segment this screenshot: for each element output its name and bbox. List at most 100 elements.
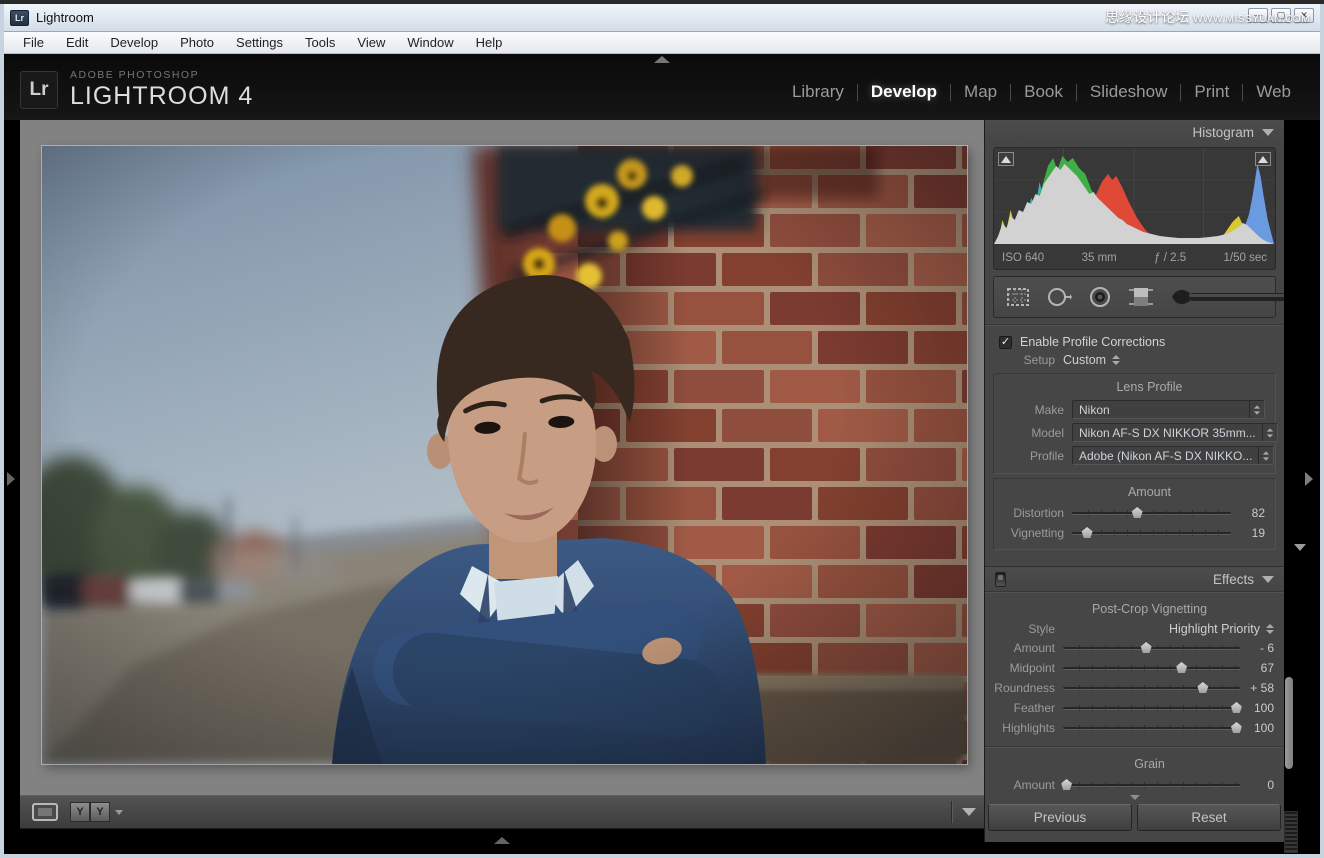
- filmstrip-collapsed[interactable]: [20, 829, 984, 853]
- show-left-panel-icon[interactable]: [7, 472, 15, 486]
- histogram-panel[interactable]: ISO 640 35 mm ƒ / 2.5 1/50 sec: [993, 147, 1276, 270]
- reset-button[interactable]: Reset: [1137, 804, 1281, 831]
- stepper-icon[interactable]: [1266, 624, 1274, 634]
- slider-track[interactable]: [1072, 526, 1231, 540]
- field-label: Profile: [994, 449, 1072, 463]
- slider-track[interactable]: [1063, 701, 1240, 715]
- before-after-right-icon[interactable]: Y: [90, 802, 110, 822]
- hide-right-panel-icon[interactable]: [1305, 472, 1313, 486]
- slider-thumb[interactable]: [1132, 507, 1143, 518]
- shadow-clipping-icon[interactable]: [998, 152, 1014, 166]
- module-tab[interactable]: Map: [951, 82, 1010, 102]
- module-tab[interactable]: Book: [1011, 82, 1076, 102]
- slider-line: [1063, 727, 1240, 729]
- graduated-filter-icon[interactable]: [1128, 285, 1154, 309]
- field-dropdown[interactable]: Nikon: [1072, 400, 1265, 419]
- slider-row: Highlights 100: [985, 718, 1284, 738]
- slider-track[interactable]: [1063, 641, 1240, 655]
- exif-iso: ISO 640: [1002, 252, 1044, 264]
- collapse-top-panel-icon[interactable]: [654, 56, 670, 63]
- slider-value: + 58: [1240, 681, 1274, 695]
- module-tab[interactable]: Web: [1243, 82, 1304, 102]
- slider-track[interactable]: [1063, 721, 1240, 735]
- top-header: Lr ADOBE PHOTOSHOP LIGHTROOM 4 LibraryDe…: [4, 54, 1320, 120]
- slider-thumb[interactable]: [1176, 662, 1187, 673]
- title-bar[interactable]: Lr Lightroom — ▢ ✕ 思缘设计论坛 WWW.MISSYUAN.C…: [4, 4, 1320, 32]
- slider-label: Distortion: [994, 506, 1072, 520]
- menu-item[interactable]: Photo: [169, 32, 225, 53]
- slider-thumb[interactable]: [1197, 682, 1208, 693]
- loupe-view-icon[interactable]: [32, 803, 58, 821]
- toolbar-options-caret-icon[interactable]: [962, 808, 976, 816]
- field-dropdown[interactable]: Nikon AF-S DX NIKKOR 35mm...: [1072, 423, 1278, 442]
- histogram-collapse-icon[interactable]: [1262, 129, 1274, 136]
- menu-item[interactable]: View: [346, 32, 396, 53]
- highlight-clipping-icon[interactable]: [1255, 152, 1271, 166]
- before-after-dropdown-icon[interactable]: [115, 810, 123, 815]
- slider-track[interactable]: [1063, 778, 1240, 792]
- post-crop-vignetting-section: Post-Crop Vignetting Style Highlight Pri…: [985, 591, 1284, 746]
- menu-item[interactable]: File: [12, 32, 55, 53]
- slider-track[interactable]: [1063, 681, 1240, 695]
- module-tab[interactable]: Slideshow: [1077, 82, 1181, 102]
- enable-profile-corrections-checkbox[interactable]: [999, 336, 1012, 349]
- previous-button[interactable]: Previous: [988, 804, 1132, 831]
- effects-collapse-icon[interactable]: [1262, 576, 1274, 583]
- left-panel-strip[interactable]: [4, 120, 20, 853]
- stepper-icon[interactable]: [1249, 401, 1264, 418]
- menu-item[interactable]: Window: [396, 32, 464, 53]
- menu-item[interactable]: Edit: [55, 32, 99, 53]
- right-panel-scroll: Histogram: [985, 120, 1284, 794]
- module-tab[interactable]: Library: [779, 82, 857, 102]
- slider-line: [1063, 647, 1240, 649]
- slider-label: Amount: [985, 778, 1063, 792]
- panel-scrollbar-thumb[interactable]: [1285, 677, 1293, 769]
- histogram-header[interactable]: Histogram: [985, 120, 1284, 145]
- stepper-icon[interactable]: [1262, 424, 1277, 441]
- spot-removal-icon[interactable]: [1046, 285, 1072, 309]
- lens-amount-group: Amount Distortion 82 Vignetting 19: [993, 478, 1276, 550]
- watermark: 思缘设计论坛 WWW.MISSYUAN.COM: [1105, 7, 1310, 27]
- adjustment-brush-icon[interactable]: [1170, 286, 1284, 308]
- post-crop-vignetting-title: Post-Crop Vignetting: [985, 598, 1284, 620]
- module-tab[interactable]: Develop: [858, 82, 950, 102]
- setup-label: Setup: [985, 353, 1063, 367]
- menu-item[interactable]: Settings: [225, 32, 294, 53]
- before-after-left-icon[interactable]: Y: [70, 802, 90, 822]
- slider-track[interactable]: [1063, 661, 1240, 675]
- setup-dropdown[interactable]: Custom: [1063, 353, 1120, 367]
- exif-aperture: ƒ / 2.5: [1154, 252, 1186, 264]
- crop-overlay-icon[interactable]: [1006, 285, 1030, 309]
- effects-panel-toggle-icon[interactable]: [995, 572, 1006, 587]
- slider-row: Amount - 6: [985, 638, 1284, 658]
- slider-row: Vignetting 19: [994, 523, 1275, 543]
- module-tab[interactable]: Print: [1181, 82, 1242, 102]
- slider-thumb[interactable]: [1141, 642, 1152, 653]
- panel-scroll-more-icon[interactable]: [1130, 795, 1140, 800]
- slider-row: Amount 0: [985, 775, 1284, 794]
- slider-line: [1072, 512, 1231, 514]
- red-eye-correction-icon[interactable]: [1088, 285, 1112, 309]
- histogram-chart[interactable]: [994, 148, 1274, 244]
- slider-track[interactable]: [1072, 506, 1231, 520]
- slider-thumb[interactable]: [1082, 527, 1093, 538]
- resize-grip[interactable]: [1284, 811, 1298, 853]
- slider-thumb[interactable]: [1061, 779, 1072, 790]
- style-dropdown[interactable]: Highlight Priority: [1063, 622, 1274, 636]
- stepper-icon[interactable]: [1258, 447, 1273, 464]
- effects-header[interactable]: Effects: [985, 566, 1284, 591]
- app-icon: Lr: [10, 10, 29, 26]
- menu-item[interactable]: Develop: [99, 32, 169, 53]
- menu-item[interactable]: Tools: [294, 32, 346, 53]
- field-value: Nikon AF-S DX NIKKOR 35mm...: [1073, 426, 1262, 440]
- scroll-down-icon[interactable]: [1294, 544, 1306, 551]
- photo-preview[interactable]: [42, 146, 967, 764]
- menu-item[interactable]: Help: [465, 32, 514, 53]
- stepper-icon[interactable]: [1112, 355, 1120, 365]
- watermark-en: WWW.MISSYUAN.COM: [1193, 14, 1310, 25]
- brand-line2: LIGHTROOM 4: [70, 82, 253, 111]
- field-dropdown[interactable]: Adobe (Nikon AF-S DX NIKKO...: [1072, 446, 1274, 465]
- slider-line: [1063, 687, 1240, 689]
- exif-focal-length: 35 mm: [1082, 252, 1117, 264]
- show-filmstrip-icon[interactable]: [494, 837, 510, 844]
